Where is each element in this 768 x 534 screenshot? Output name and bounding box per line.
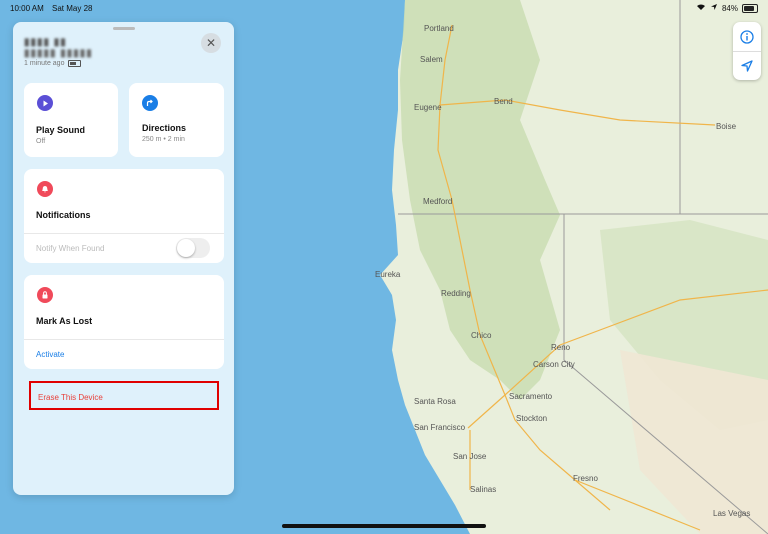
last-updated: 1 minute ago (24, 60, 82, 67)
location-arrow-icon (741, 59, 753, 72)
directions-label: Directions (142, 123, 187, 133)
status-bar: 10:00 AM Sat May 28 84% (0, 0, 768, 16)
status-time: 10:00 AM (10, 4, 44, 13)
battery-percent: 84% (721, 3, 738, 13)
notifications-title: Notifications (36, 210, 91, 220)
activate-lost-mode-link[interactable]: Activate (36, 350, 64, 359)
notify-when-found-label: Notify When Found (36, 244, 105, 253)
lock-icon (37, 287, 53, 303)
city-label: San Jose (453, 452, 487, 461)
divider (24, 339, 224, 340)
erase-device-button[interactable]: Erase This Device (38, 393, 103, 402)
city-label: Reno (551, 343, 571, 352)
mark-as-lost-card: Mark As Lost Activate (24, 275, 224, 369)
close-button[interactable]: ✕ (201, 33, 221, 53)
city-label: Portland (424, 24, 454, 33)
bell-icon (37, 181, 53, 197)
city-label: Las Vegas (713, 509, 750, 518)
arrow-turn-icon (142, 95, 158, 111)
city-label: Medford (423, 197, 452, 206)
city-label: Santa Rosa (414, 397, 456, 406)
device-subtitle: ▮▮▮▮▮ ▮▮▮▮▮ (24, 48, 93, 59)
directions-button[interactable]: Directions 250 m • 2 min (129, 83, 224, 157)
city-label: Eugene (414, 103, 442, 112)
directions-detail: 250 m • 2 min (142, 136, 185, 143)
city-label: Salem (420, 55, 443, 64)
city-label: Chico (471, 331, 492, 340)
wifi-icon (696, 3, 706, 13)
play-sound-button[interactable]: Play Sound Off (24, 83, 118, 157)
play-sound-label: Play Sound (36, 125, 86, 135)
info-icon (740, 29, 754, 44)
device-battery-icon (68, 60, 82, 67)
erase-device-highlight[interactable]: Erase This Device (29, 381, 219, 410)
play-icon (37, 95, 53, 111)
device-name: ▮▮▮▮ ▮▮ (24, 37, 67, 48)
last-updated-text: 1 minute ago (24, 60, 65, 67)
current-location-button[interactable] (733, 51, 761, 80)
battery-fill (744, 5, 754, 11)
panel-grabber[interactable] (113, 27, 135, 30)
mark-as-lost-title: Mark As Lost (36, 316, 93, 326)
city-label: San Francisco (414, 423, 466, 432)
city-label: Stockton (516, 414, 547, 423)
status-date: Sat May 28 (52, 4, 93, 13)
city-label: Bend (494, 97, 513, 106)
divider (24, 233, 224, 234)
city-label: Sacramento (509, 392, 553, 401)
city-label: Fresno (573, 474, 598, 483)
home-indicator[interactable] (282, 524, 486, 528)
close-icon: ✕ (205, 36, 217, 50)
city-label: Salinas (470, 485, 496, 494)
play-sound-status: Off (36, 138, 46, 145)
city-label: Eureka (375, 270, 401, 279)
city-label: Boise (716, 122, 737, 131)
city-label: Carson City (533, 360, 575, 369)
status-indicators: 84% (696, 3, 758, 13)
notifications-card: Notifications Notify When Found (24, 169, 224, 263)
toggle-knob (177, 239, 195, 257)
map-controls (733, 22, 761, 80)
city-label: Redding (441, 289, 471, 298)
battery-icon (742, 3, 758, 13)
info-button[interactable] (733, 22, 761, 52)
notify-when-found-toggle[interactable] (176, 238, 210, 258)
location-services-icon (710, 3, 718, 13)
device-panel: ▮▮▮▮ ▮▮ ▮▮▮▮▮ ▮▮▮▮▮ 1 minute ago ✕ Play … (13, 22, 234, 495)
